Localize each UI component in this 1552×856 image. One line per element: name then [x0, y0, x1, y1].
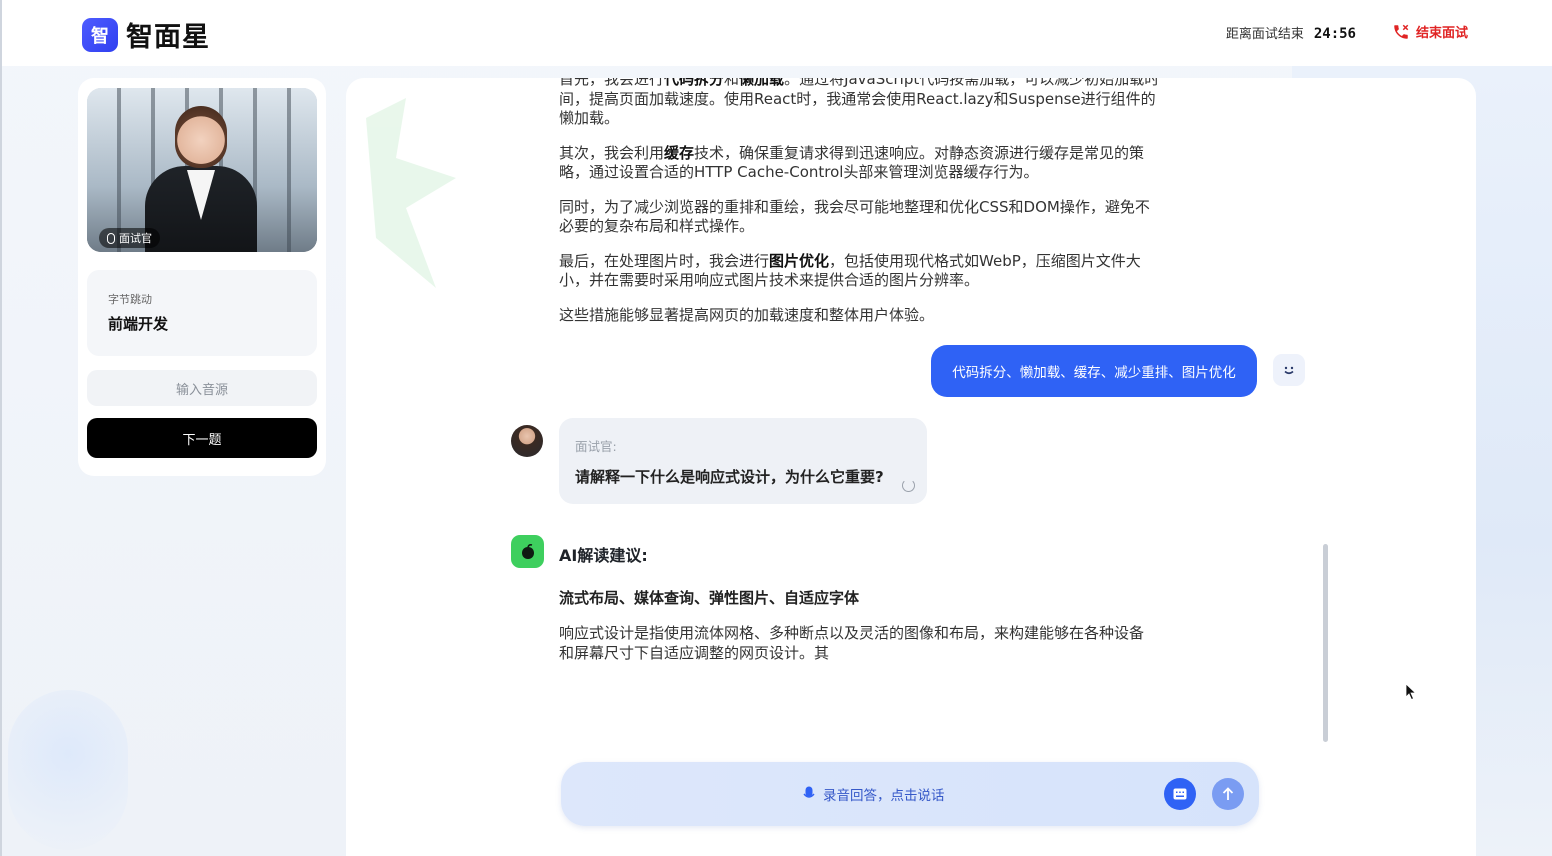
end-interview-button[interactable]: 结束面试: [1392, 22, 1468, 41]
answer-paragraph-1: 首先，我会进行代码拆分和懒加载。通过将JavaScript代码按需加载，可以减少…: [559, 78, 1160, 127]
message-role: 面试官:: [575, 439, 617, 454]
interviewer-avatar: [511, 425, 543, 457]
top-header: 智 智面星 距离面试结束 24:56 结束面试: [2, 0, 1552, 66]
send-arrow-icon: [1222, 787, 1234, 800]
phone-hangup-icon: [1394, 24, 1409, 39]
ai-description: 响应式设计是指使用流体网格、多种断点以及灵活的图像和布局，来构建能够在各种设备和…: [559, 624, 1145, 662]
interviewer-tag-label: 面试官: [119, 232, 152, 245]
interview-timer: 距离面试结束 24:56: [1226, 23, 1356, 42]
record-answer-label: 录音回答，点击说话: [823, 788, 945, 804]
audio-source-select[interactable]: 输入音源: [87, 370, 317, 406]
answer-paragraph-5: 这些措施能够显著提高网页的加载速度和整体用户体验。: [559, 305, 935, 324]
answer-paragraph-4: 最后，在处理图片时，我会进行图片优化，包括使用现代格式如WebP，压缩图片文件大…: [559, 251, 1141, 290]
chat-scrollbar[interactable]: [1323, 544, 1328, 742]
job-position: 前端开发: [108, 315, 169, 333]
next-question-button[interactable]: 下一题: [87, 418, 317, 458]
candidate-answer: 首先，我会进行代码拆分和懒加载。通过将JavaScript代码按需加载，可以减少…: [559, 78, 1163, 340]
mic-small-icon: [107, 232, 115, 244]
end-interview-label: 结束面试: [1415, 26, 1468, 41]
ai-suggestion-title: AI解读建议:: [559, 546, 648, 565]
user-message-bubble: 代码拆分、懒加载、缓存、减少重排、图片优化: [931, 345, 1257, 397]
interviewer-video: 面试官: [87, 88, 317, 252]
interview-sidebar: 面试官 字节跳动 前端开发 输入音源 下一题: [78, 78, 326, 476]
voice-composer: 录音回答，点击说话: [561, 762, 1259, 826]
cursor-icon: [1405, 683, 1417, 701]
interviewer-message-bubble: 面试官: 请解释一下什么是响应式设计，为什么它重要?: [559, 418, 927, 504]
smile-icon: [1284, 366, 1294, 375]
watermark-logo-icon: [366, 98, 456, 288]
interviewer-tag: 面试官: [99, 228, 160, 248]
background-orb: [8, 690, 128, 850]
window-edge: [0, 0, 2, 856]
ai-bot-icon: [511, 535, 544, 568]
timer-label: 距离面试结束: [1225, 27, 1304, 42]
answer-paragraph-2: 其次，我会利用缓存技术，确保重复请求得到迅速响应。对静态资源进行缓存是常见的策略…: [559, 143, 1145, 182]
app-name: 智面星: [126, 22, 210, 53]
company-name: 字节跳动: [108, 293, 152, 306]
keyboard-icon: [1173, 788, 1187, 800]
logo-mark-icon: 智: [82, 17, 118, 52]
keyboard-toggle-button[interactable]: [1164, 778, 1196, 810]
timer-value: 24:56: [1313, 26, 1356, 42]
send-button[interactable]: [1212, 778, 1244, 810]
user-avatar: [1273, 354, 1305, 386]
chat-panel: 首先，我会进行代码拆分和懒加载。通过将JavaScript代码按需加载，可以减少…: [346, 78, 1476, 856]
answer-paragraph-3: 同时，为了减少浏览器的重排和重绘，我会尽可能地整理和优化CSS和DOM操作，避免…: [559, 197, 1150, 236]
job-info-card: 字节跳动 前端开发: [87, 270, 317, 356]
loading-icon: [902, 479, 915, 492]
ai-bot-glyph-icon: [521, 543, 534, 559]
ai-keywords: 流式布局、媒体查询、弹性图片、自适应字体: [559, 589, 860, 607]
interview-question: 请解释一下什么是响应式设计，为什么它重要?: [575, 468, 884, 486]
interviewer-head: [175, 106, 227, 168]
app-logo[interactable]: 智 智面星: [82, 15, 210, 54]
record-answer-button[interactable]: 录音回答，点击说话: [803, 784, 945, 804]
mic-icon: [803, 786, 815, 798]
